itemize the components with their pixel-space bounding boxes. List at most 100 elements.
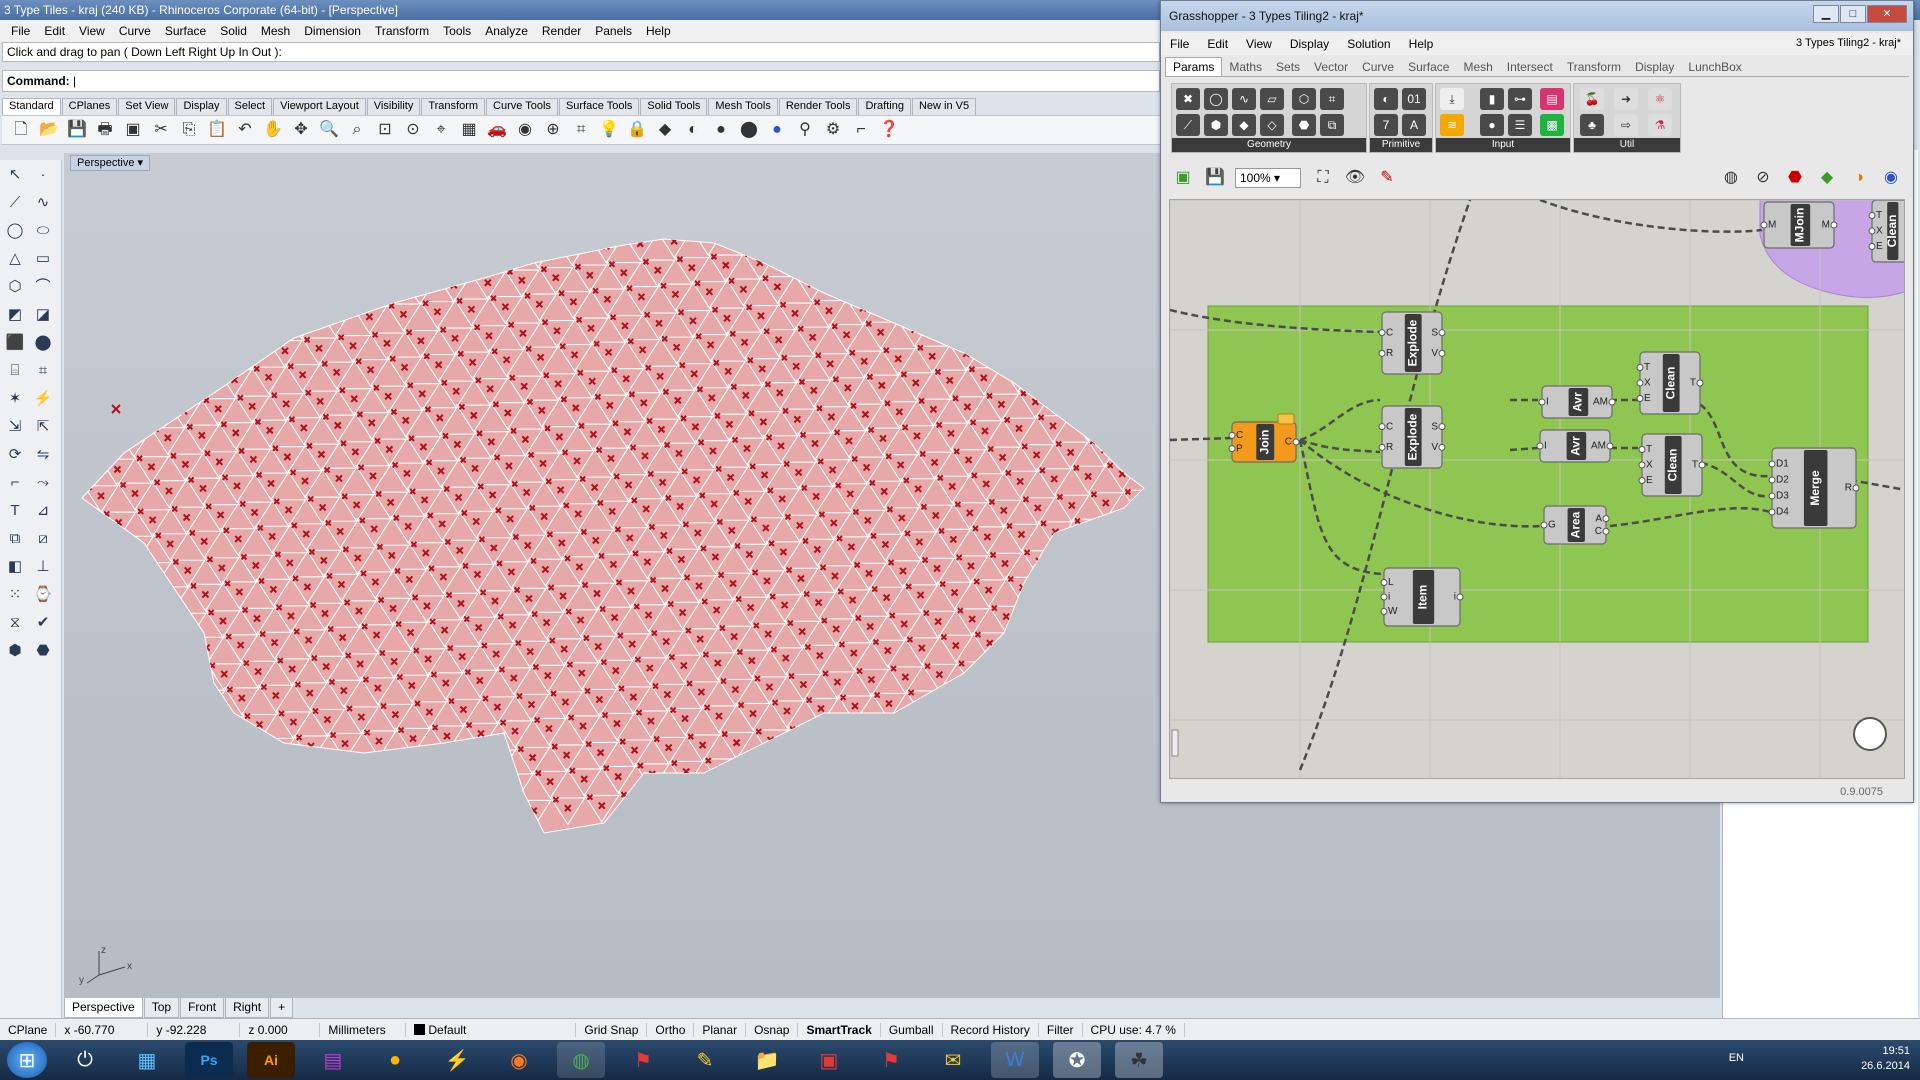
param-vector-icon[interactable]: ◇ bbox=[1260, 114, 1284, 136]
input-graph-icon[interactable]: ≋ bbox=[1440, 114, 1464, 136]
triangle-icon[interactable]: △ bbox=[4, 248, 26, 270]
block-icon[interactable]: ◧ bbox=[4, 556, 26, 578]
hatch-icon[interactable]: ⧄ bbox=[32, 528, 54, 550]
input-grip[interactable] bbox=[1378, 329, 1386, 337]
input-grip[interactable] bbox=[1380, 579, 1388, 586]
loft-icon[interactable]: ◪ bbox=[32, 304, 54, 326]
output-param[interactable]: C bbox=[1285, 437, 1292, 448]
output-param[interactable]: V bbox=[1431, 348, 1438, 359]
input-grip[interactable] bbox=[1768, 508, 1776, 516]
ribbon-label-util[interactable]: Util bbox=[1574, 138, 1680, 152]
menu-panels[interactable]: Panels bbox=[595, 24, 632, 38]
system-tray-clock[interactable]: 19:51 26.6.2014 bbox=[1861, 1044, 1910, 1074]
menu-edit[interactable]: Edit bbox=[44, 24, 65, 38]
toolbar-tab-viewport-layout[interactable]: Viewport Layout bbox=[273, 98, 366, 115]
input-grip[interactable] bbox=[1540, 521, 1548, 529]
input-grip[interactable] bbox=[1636, 364, 1644, 371]
preview-wire-icon[interactable]: ◍ bbox=[1719, 166, 1743, 190]
component-clean2[interactable]: CleanTXET bbox=[1638, 433, 1706, 497]
component-merge[interactable]: Merge D1 D2 D3 D4 R bbox=[1768, 447, 1860, 529]
new-file-icon[interactable]: 🗋 bbox=[10, 119, 32, 141]
output-param[interactable]: S bbox=[1431, 421, 1438, 432]
input-param[interactable]: D3 bbox=[1776, 491, 1789, 502]
output-param[interactable]: T bbox=[1690, 378, 1696, 389]
document-name[interactable]: 3 Types Tiling2 - kraj* bbox=[1796, 37, 1901, 49]
input-param[interactable]: X bbox=[1876, 226, 1883, 237]
help-icon[interactable]: ❓ bbox=[878, 119, 900, 141]
toolbar-tab-solid-tools[interactable]: Solid Tools bbox=[640, 98, 708, 115]
zoom-window-icon[interactable]: ⌕ bbox=[346, 119, 368, 141]
input-grip[interactable] bbox=[1868, 243, 1876, 250]
menu-tools[interactable]: Tools bbox=[443, 24, 471, 38]
input-matrix-icon[interactable]: ▩ bbox=[1540, 114, 1564, 136]
input-param[interactable]: C bbox=[1386, 327, 1393, 338]
output-grip[interactable] bbox=[1608, 398, 1616, 406]
input-param[interactable]: D4 bbox=[1776, 507, 1789, 518]
input-param[interactable]: P bbox=[1236, 443, 1243, 454]
gh-tab-lunchbox[interactable]: LunchBox bbox=[1681, 58, 1748, 76]
save-file-icon[interactable]: 💾 bbox=[1203, 166, 1227, 190]
output-grip[interactable] bbox=[1696, 379, 1704, 387]
input-param[interactable]: E bbox=[1876, 241, 1883, 252]
zoom-selected-icon[interactable]: ⊙ bbox=[402, 119, 424, 141]
add-viewport-tab[interactable]: + bbox=[270, 998, 294, 1018]
explode-star-icon[interactable]: ✶ bbox=[4, 388, 26, 410]
input-grip[interactable] bbox=[1538, 398, 1546, 406]
input-grip[interactable] bbox=[1378, 349, 1386, 357]
group-icon[interactable]: ⧉ bbox=[4, 528, 26, 550]
input-grip[interactable] bbox=[1768, 492, 1776, 500]
toolbar-tab-curve-tools[interactable]: Curve Tools bbox=[486, 98, 558, 115]
input-grip[interactable] bbox=[1768, 476, 1776, 484]
param-group-icon[interactable]: ⧉ bbox=[1320, 114, 1344, 136]
input-param[interactable]: C bbox=[1236, 430, 1243, 441]
input-grip[interactable] bbox=[1636, 379, 1644, 387]
zoom-select[interactable]: 100% ▾ bbox=[1235, 168, 1301, 188]
output-grip[interactable] bbox=[1606, 442, 1614, 450]
input-param[interactable]: T bbox=[1876, 210, 1882, 221]
grid-icon[interactable]: ▦ bbox=[458, 119, 480, 141]
move-icon[interactable]: ⇲ bbox=[4, 416, 26, 438]
component-item[interactable]: ItemLiWi bbox=[1380, 567, 1464, 627]
offset-icon[interactable]: ⤳ bbox=[32, 472, 54, 494]
sketchup-icon[interactable]: ✉ bbox=[929, 1042, 977, 1078]
menu-curve[interactable]: Curve bbox=[119, 24, 151, 38]
output-grip[interactable] bbox=[1456, 593, 1464, 601]
input-param[interactable]: T bbox=[1644, 362, 1650, 373]
util-cherries-icon[interactable]: 🍒 bbox=[1580, 88, 1604, 110]
power-icon[interactable]: ⏻ bbox=[61, 1042, 109, 1078]
word-icon[interactable]: W bbox=[991, 1042, 1039, 1078]
param-number-icon[interactable]: 7 bbox=[1374, 114, 1398, 136]
util-flask-icon[interactable]: ⚗ bbox=[1648, 114, 1672, 136]
cylinder-icon[interactable]: ⌸ bbox=[4, 360, 26, 382]
gh-menu-edit[interactable]: Edit bbox=[1207, 37, 1228, 51]
input-grip[interactable] bbox=[1868, 227, 1876, 235]
input-grip[interactable] bbox=[1768, 460, 1776, 468]
analyze-icon[interactable]: ⧖ bbox=[4, 612, 26, 634]
output-param[interactable]: A bbox=[1595, 513, 1602, 524]
toolbar-tab-mesh-tools[interactable]: Mesh Tools bbox=[708, 98, 778, 115]
preview-eye-icon[interactable]: 👁 bbox=[1343, 166, 1367, 190]
gh-tab-maths[interactable]: Maths bbox=[1222, 58, 1269, 76]
light-bulb-icon[interactable]: 💡 bbox=[598, 119, 620, 141]
status-osnap[interactable]: Osnap bbox=[746, 1022, 799, 1037]
chat-bubble-icon[interactable]: ● bbox=[371, 1042, 419, 1078]
winamp-icon[interactable]: ⚡ bbox=[433, 1042, 481, 1078]
render-icon[interactable]: ⬢ bbox=[4, 640, 26, 662]
component-mjoin[interactable]: MJoin M M bbox=[1760, 201, 1838, 249]
array-icon[interactable]: ⁙ bbox=[4, 584, 26, 606]
output-grip[interactable] bbox=[1830, 221, 1838, 229]
camera-icon[interactable]: ◉ bbox=[514, 119, 536, 141]
print-icon[interactable]: 🖶 bbox=[94, 119, 116, 141]
minimize-icon[interactable]: ▁ bbox=[1813, 5, 1839, 23]
lock-icon[interactable]: 🔒 bbox=[626, 119, 648, 141]
output-grip[interactable] bbox=[1292, 438, 1300, 446]
start-orb-icon[interactable]: ⊞ bbox=[7, 1042, 47, 1078]
menu-render[interactable]: Render bbox=[542, 24, 581, 38]
preview-selected-icon[interactable]: ◆ bbox=[1815, 166, 1839, 190]
gh-tab-transform[interactable]: Transform bbox=[1560, 58, 1628, 76]
illustrator-icon[interactable]: Ai bbox=[247, 1042, 295, 1078]
polyline-icon[interactable]: ⟋ bbox=[4, 192, 26, 214]
output-grip[interactable] bbox=[1698, 461, 1706, 469]
dimension-icon[interactable]: ⌐ bbox=[850, 119, 872, 141]
param-circle-icon[interactable]: ◯ bbox=[1204, 88, 1228, 110]
